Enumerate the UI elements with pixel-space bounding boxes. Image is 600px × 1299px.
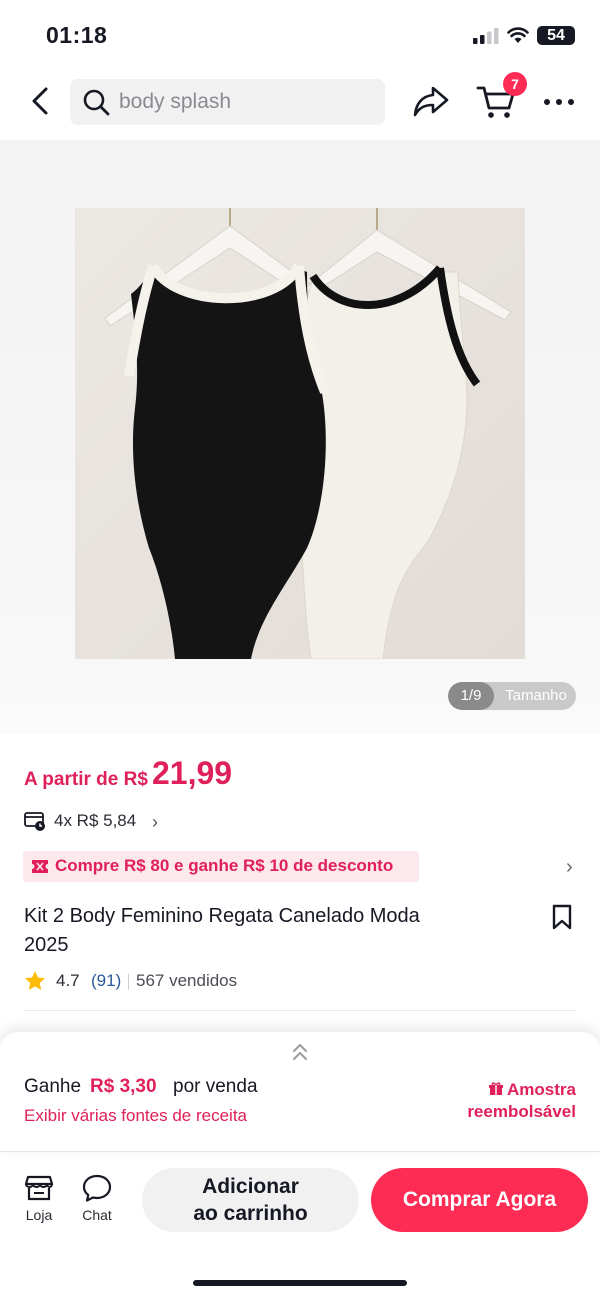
promo-banner[interactable]: Compre R$ 80 e ganhe R$ 10 de desconto [23, 851, 419, 882]
chat-button[interactable]: Chat [74, 1174, 120, 1223]
promo-text: Compre R$ 80 e ganhe R$ 10 de desconto [55, 856, 394, 875]
search-icon [83, 89, 110, 116]
coupon-icon [32, 860, 48, 873]
earnings-amount: R$ 3,30 [90, 1076, 157, 1097]
divider [24, 1010, 576, 1011]
earnings-prefix: Ganhe [24, 1076, 82, 1097]
home-indicator [193, 1280, 407, 1286]
installment-card-icon [24, 812, 45, 831]
store-icon [24, 1175, 54, 1201]
share-icon[interactable] [412, 84, 450, 118]
status-time: 01:18 [46, 22, 108, 48]
search-bar[interactable]: body splash [70, 79, 385, 125]
star-icon [25, 971, 45, 990]
gallery-pager[interactable]: 1/9 Tamanho [448, 682, 576, 710]
buy-now-button[interactable]: Comprar Agora [371, 1168, 588, 1232]
refundable-sample-button[interactable]: Amostra reembolsável [450, 1079, 576, 1123]
battery-indicator: 54 [537, 26, 575, 45]
earnings-suffix: por venda [173, 1076, 258, 1097]
sold-count: 567 vendidos [136, 971, 238, 990]
chat-bubble-icon [82, 1174, 112, 1202]
shop-button[interactable]: Loja [18, 1174, 60, 1223]
image-counter: 1/9 [448, 682, 494, 710]
shop-label: Loja [25, 1207, 53, 1223]
revenue-sources-link[interactable]: Exibir várias fontes de receita [24, 1106, 247, 1126]
search-query: body splash [119, 90, 232, 113]
price-prefix: A partir de R$ [24, 769, 148, 790]
product-photo[interactable] [75, 208, 525, 659]
rating-value: 4.7 [56, 971, 80, 990]
add-to-cart-button[interactable]: Adicionar ao carrinho [142, 1168, 359, 1232]
expand-up-icon[interactable] [288, 1041, 312, 1063]
more-options-icon[interactable] [542, 92, 576, 112]
wifi-icon [507, 27, 529, 43]
sample-label-line1: Amostra [507, 1080, 576, 1099]
price-value: 21,99 [152, 755, 233, 791]
add-to-cart-label-line1: Adicionar [202, 1175, 299, 1198]
divider [0, 1151, 600, 1152]
product-title: Kit 2 Body Feminino Regata Canelado Moda… [24, 905, 420, 956]
chevron-right-icon[interactable]: › [152, 812, 158, 833]
chat-label: Chat [82, 1207, 112, 1223]
cellular-signal-icon [473, 28, 499, 44]
review-count[interactable]: (91) [91, 971, 121, 991]
cart-count-badge: 7 [503, 72, 527, 96]
installment-text[interactable]: 4x R$ 5,84 [54, 811, 136, 831]
size-chart-tab[interactable]: Tamanho [498, 682, 574, 710]
chevron-right-icon[interactable]: › [566, 856, 573, 879]
gift-icon [489, 1082, 504, 1095]
separator [128, 974, 129, 990]
sample-label-line2: reembolsável [467, 1102, 576, 1121]
add-to-cart-label-line2: ao carrinho [193, 1202, 308, 1225]
back-icon[interactable] [28, 86, 54, 116]
bookmark-icon[interactable] [551, 904, 573, 930]
